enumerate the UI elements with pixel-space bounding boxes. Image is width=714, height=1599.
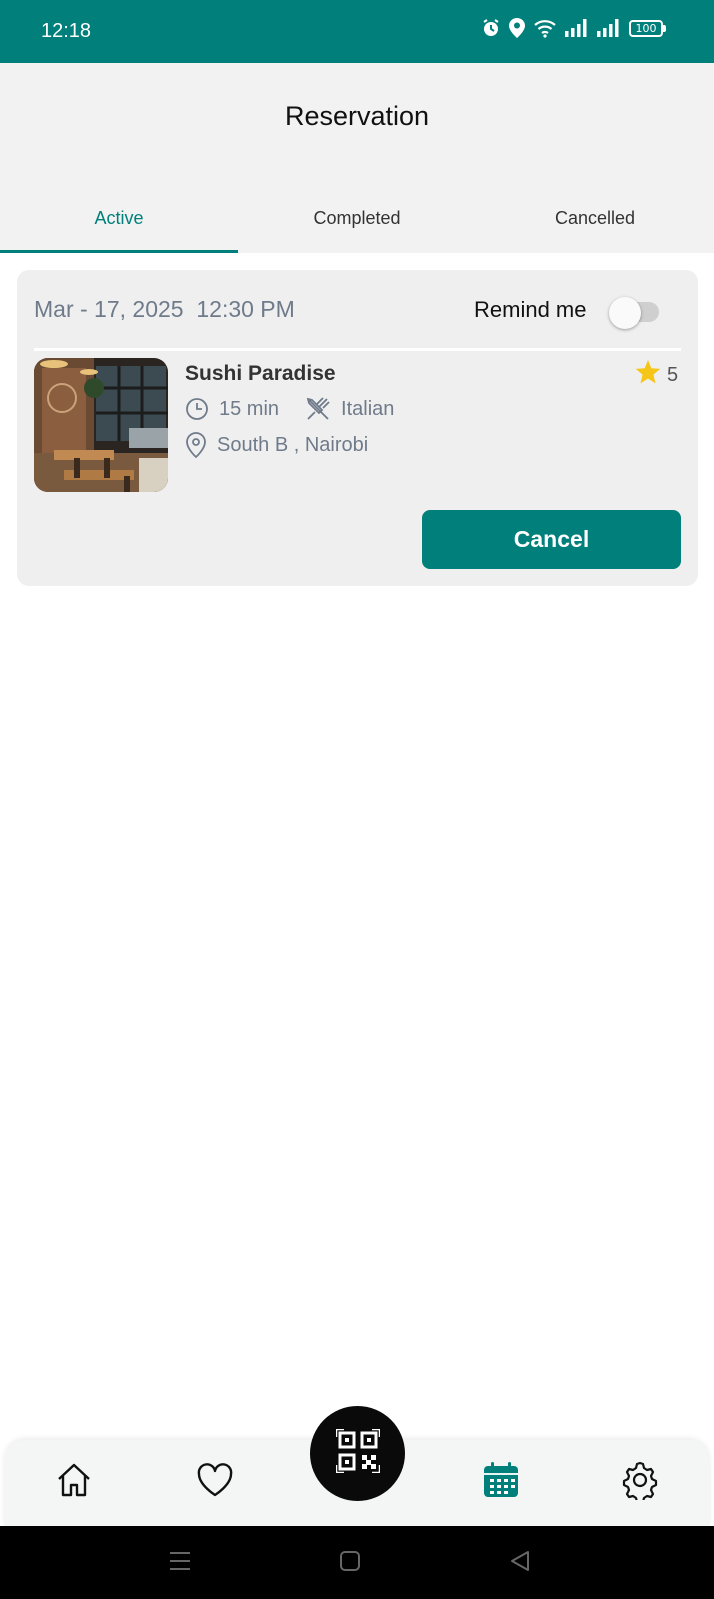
star-icon bbox=[635, 360, 661, 390]
nav-settings[interactable] bbox=[618, 1460, 662, 1504]
rating-value: 5 bbox=[667, 363, 679, 386]
meta-row-location: South B , Nairobi bbox=[185, 432, 368, 458]
location-text: South B , Nairobi bbox=[217, 433, 369, 456]
reservation-card: Mar - 17, 2025 12:30 PM Remind me Sushi … bbox=[17, 270, 698, 586]
page-title: Reservation bbox=[284, 101, 430, 131]
restaurant-photo[interactable] bbox=[34, 358, 168, 492]
menu-icon bbox=[168, 1550, 192, 1577]
status-icons: 100 bbox=[481, 18, 666, 38]
meta-row-time-cuisine: 15 min Italian bbox=[185, 396, 394, 422]
cuisine-text: Italian bbox=[341, 397, 395, 420]
cutlery-icon bbox=[305, 396, 331, 422]
clock-icon bbox=[185, 397, 209, 421]
restaurant-name[interactable]: Sushi Paradise bbox=[185, 362, 336, 386]
home-icon bbox=[54, 1460, 94, 1505]
tab-completed[interactable]: Completed bbox=[238, 183, 476, 253]
location-pin-icon bbox=[185, 432, 207, 458]
heart-icon bbox=[196, 1462, 234, 1503]
nav-favorites[interactable] bbox=[193, 1460, 237, 1504]
remind-me-toggle[interactable] bbox=[609, 297, 661, 329]
reservation-tabs: Active Completed Cancelled bbox=[0, 183, 714, 253]
home-system-button[interactable] bbox=[335, 1548, 365, 1578]
qr-scan-button[interactable] bbox=[310, 1406, 405, 1501]
alarm-icon bbox=[481, 18, 501, 38]
signal-icon bbox=[597, 19, 621, 37]
remind-me-label: Remind me bbox=[474, 297, 587, 322]
qr-code-icon bbox=[334, 1427, 381, 1478]
app-header: Reservation Active Completed Cancelled bbox=[0, 63, 714, 253]
recent-apps-button[interactable] bbox=[165, 1548, 195, 1578]
wifi-icon bbox=[533, 18, 557, 38]
square-icon bbox=[339, 1550, 361, 1577]
back-system-button[interactable] bbox=[505, 1548, 535, 1578]
rating: 5 bbox=[635, 360, 678, 390]
nav-home[interactable] bbox=[52, 1460, 96, 1504]
cancel-button[interactable]: Cancel bbox=[422, 510, 681, 569]
duration-text: 15 min bbox=[219, 397, 280, 420]
signal-icon bbox=[565, 19, 589, 37]
location-icon bbox=[509, 18, 525, 38]
battery-level: 100 bbox=[629, 19, 663, 37]
status-bar: 12:18 100 bbox=[0, 0, 714, 63]
status-time: 12:18 bbox=[41, 20, 92, 42]
calendar-icon bbox=[482, 1461, 520, 1504]
system-nav-bar bbox=[0, 1526, 714, 1599]
battery-tip bbox=[663, 24, 666, 32]
tab-active[interactable]: Active bbox=[0, 183, 238, 253]
tab-cancelled[interactable]: Cancelled bbox=[476, 183, 714, 253]
settings-icon bbox=[620, 1460, 660, 1505]
card-divider bbox=[34, 348, 681, 351]
nav-reservations[interactable] bbox=[479, 1460, 523, 1504]
back-triangle-icon bbox=[509, 1550, 531, 1577]
battery-icon: 100 bbox=[629, 19, 666, 37]
reservation-datetime: Mar - 17, 2025 12:30 PM bbox=[34, 296, 295, 322]
toggle-knob bbox=[609, 297, 641, 329]
